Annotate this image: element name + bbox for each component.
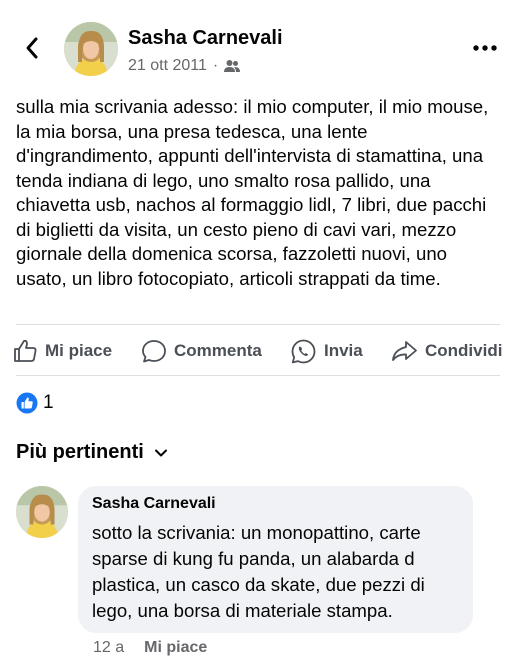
comment-like-button[interactable]: Mi piace xyxy=(144,639,207,657)
whatsapp-icon xyxy=(291,339,316,363)
comment-button[interactable]: Commenta xyxy=(141,330,262,372)
comment-bubble-icon xyxy=(142,340,166,363)
share-label: Condividi xyxy=(425,341,503,360)
comment-text: sotto la scrivania: un monopattino, cart… xyxy=(92,522,425,621)
meta-separator: · xyxy=(212,57,219,74)
friends-icon xyxy=(224,60,241,72)
more-options-button[interactable] xyxy=(472,36,498,60)
comments-sort-dropdown[interactable]: Più pertinenti xyxy=(16,441,168,464)
like-label: Mi piace xyxy=(45,341,113,360)
post-text: sulla mia scrivania adesso: il mio compu… xyxy=(16,96,489,289)
comment-meta: 12 a Mi piace xyxy=(93,639,207,657)
commenter-avatar[interactable] xyxy=(16,486,68,538)
like-button[interactable]: Mi piace xyxy=(12,330,112,372)
more-dots-icon xyxy=(473,45,497,51)
sort-label: Più pertinenti xyxy=(16,441,144,463)
chevron-left-icon xyxy=(26,37,38,59)
divider-top xyxy=(16,324,500,325)
comment-author-name[interactable]: Sasha Carnevali xyxy=(92,495,216,513)
send-label: Invia xyxy=(324,341,363,360)
back-button[interactable] xyxy=(18,34,46,62)
author-avatar[interactable] xyxy=(64,22,118,76)
comment-label: Commenta xyxy=(174,341,262,360)
like-reaction-icon xyxy=(16,392,38,414)
reactions-summary[interactable]: 1 xyxy=(16,392,54,414)
comment-age: 12 a xyxy=(93,639,125,656)
avatar-photo xyxy=(16,486,68,538)
avatar-photo xyxy=(64,22,118,76)
divider-bottom xyxy=(16,375,500,376)
chevron-down-icon xyxy=(154,449,167,456)
thumbs-up-icon xyxy=(14,339,37,362)
post-author-name[interactable]: Sasha Carnevali xyxy=(128,27,283,50)
post-date[interactable]: 21 ott 2011 xyxy=(128,57,207,75)
share-button[interactable]: Condividi xyxy=(390,330,502,372)
post-meta: 21 ott 2011 · xyxy=(128,57,241,75)
share-arrow-icon xyxy=(392,341,417,361)
send-button[interactable]: Invia xyxy=(290,330,363,372)
reaction-count: 1 xyxy=(43,392,54,413)
post-actions-bar: Mi piace Commenta Invia Condividi xyxy=(0,330,516,372)
